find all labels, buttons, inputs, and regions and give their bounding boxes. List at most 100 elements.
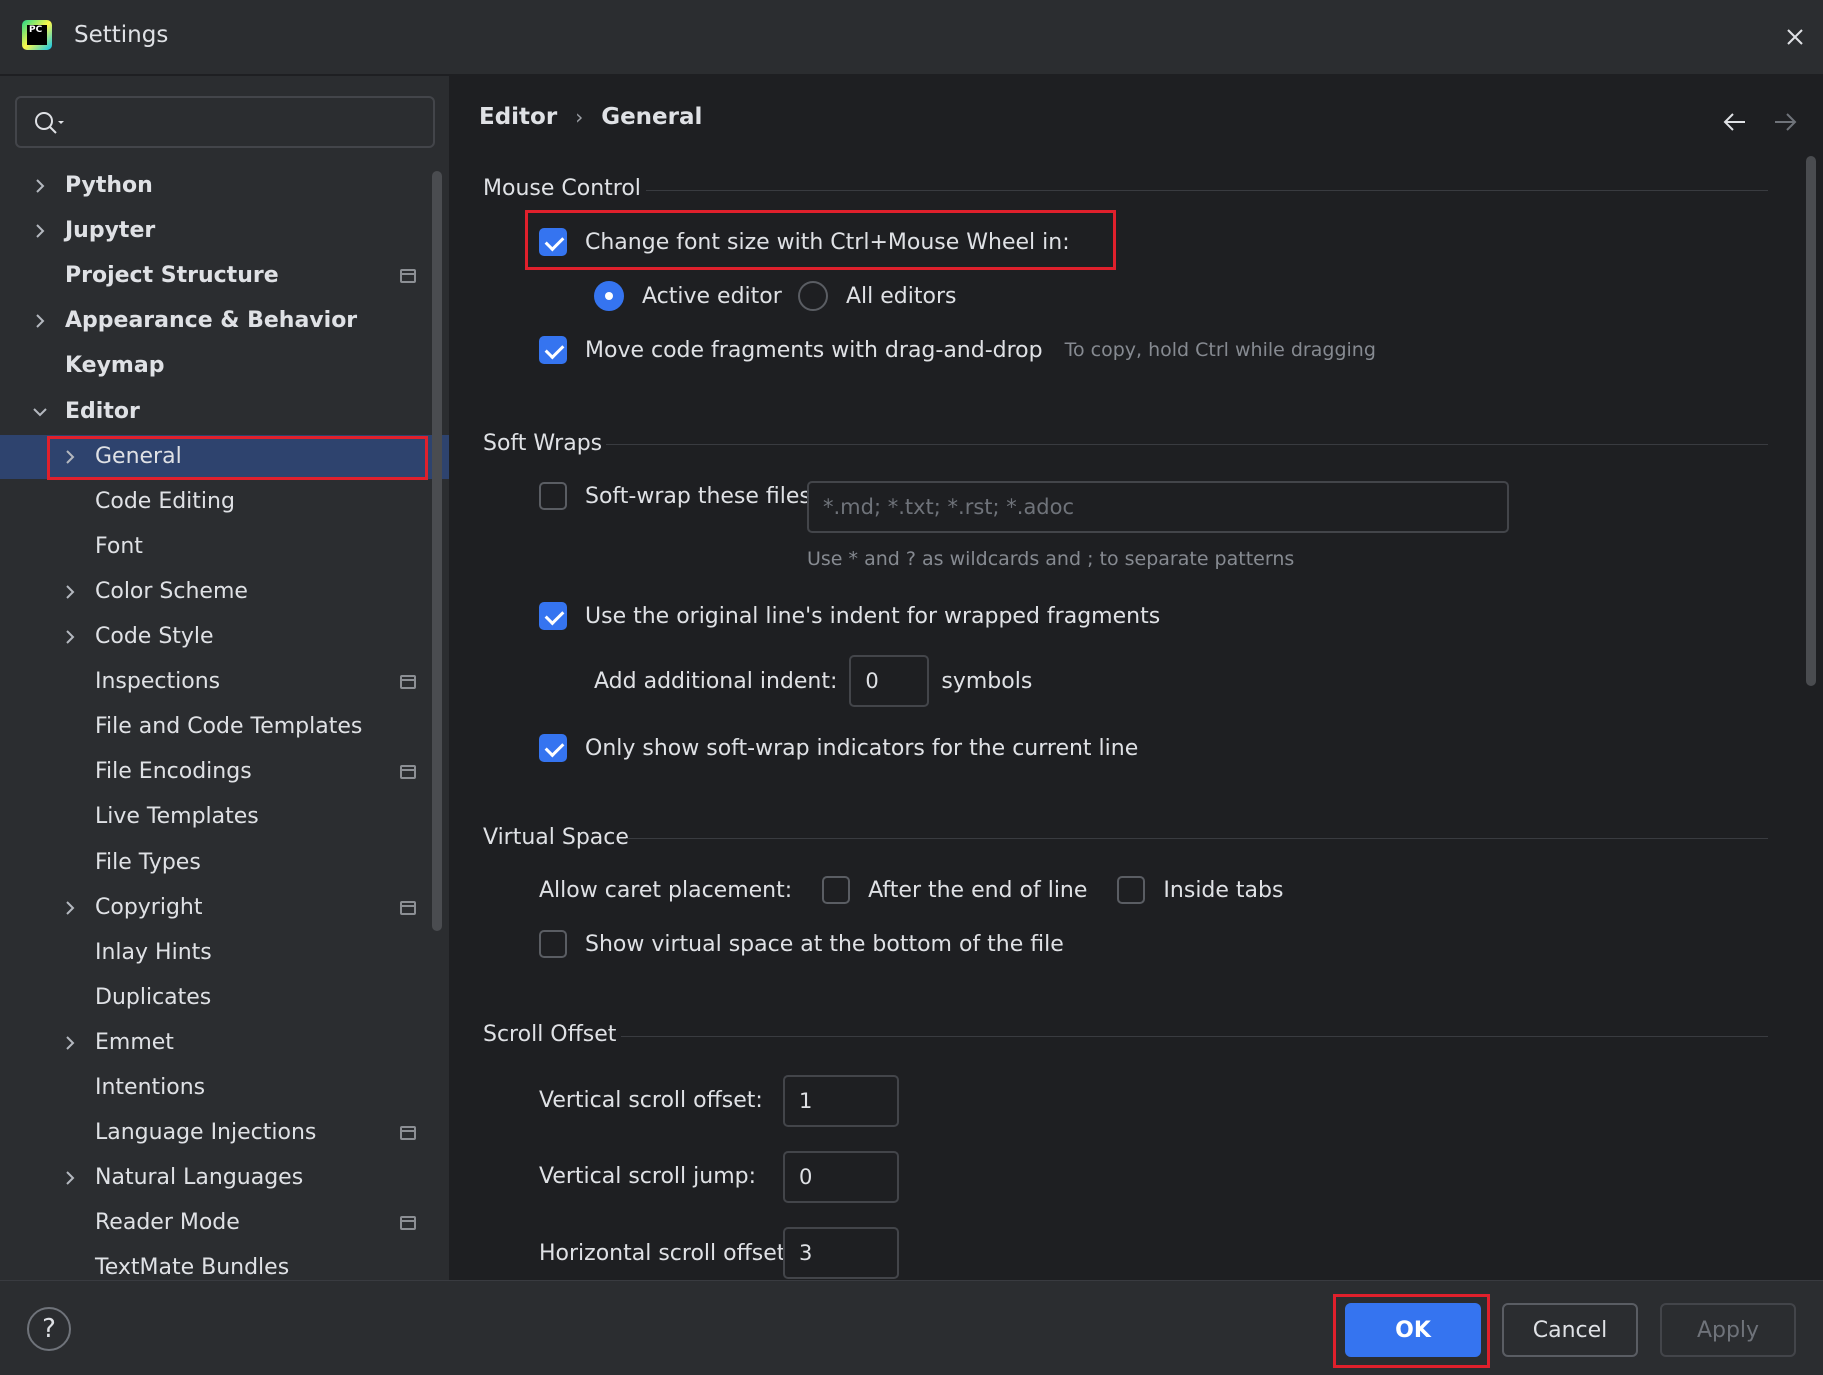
sidebar-item-intentions[interactable]: Intentions xyxy=(0,1066,449,1110)
soft-wrap-files-checkbox[interactable] xyxy=(539,482,567,510)
sidebar-item-label: Inlay Hints xyxy=(95,940,212,965)
original-indent-option[interactable]: Use the original line's indent for wrapp… xyxy=(539,602,1160,630)
sidebar-item-label: Language Injections xyxy=(95,1120,317,1145)
chevron-right-icon[interactable] xyxy=(30,176,50,196)
chevron-right-icon[interactable] xyxy=(60,582,80,602)
sidebar-item-label: Natural Languages xyxy=(95,1165,304,1190)
vertical-scroll-offset-label: Vertical scroll offset: xyxy=(539,1088,763,1113)
sidebar-item-python[interactable]: Python xyxy=(0,164,449,208)
apply-button[interactable]: Apply xyxy=(1660,1303,1796,1357)
additional-indent-input[interactable]: 0 xyxy=(849,655,930,707)
sidebar-item-project-structure[interactable]: Project Structure xyxy=(0,254,449,298)
sidebar-item-language-injections[interactable]: Language Injections xyxy=(0,1111,449,1155)
close-window-button[interactable] xyxy=(1777,19,1813,55)
after-end-option[interactable]: After the end of line xyxy=(822,876,1087,904)
chevron-right-icon[interactable] xyxy=(60,1033,80,1053)
sidebar-item-font[interactable]: Font xyxy=(0,525,449,569)
sidebar-item-code-editing[interactable]: Code Editing xyxy=(0,480,449,524)
inside-tabs-option[interactable]: Inside tabs xyxy=(1117,876,1283,904)
chevron-right-icon[interactable] xyxy=(30,221,50,241)
sidebar-item-file-encodings[interactable]: File Encodings xyxy=(0,750,449,794)
cancel-button[interactable]: Cancel xyxy=(1502,1303,1638,1357)
chevron-right-icon[interactable] xyxy=(60,1168,80,1188)
content-scrollbar[interactable] xyxy=(1806,156,1816,686)
inside-tabs-checkbox[interactable] xyxy=(1117,876,1146,904)
soft-wrap-files-label: Soft-wrap these files: xyxy=(585,483,819,509)
breadcrumb-parent[interactable]: Editor xyxy=(479,104,557,130)
sidebar-item-label: Code Style xyxy=(95,624,214,649)
logo-text: PC xyxy=(27,25,47,45)
chevron-right-icon[interactable] xyxy=(60,898,80,918)
sidebar-item-reader-mode[interactable]: Reader Mode xyxy=(0,1201,449,1245)
breadcrumb-current: General xyxy=(601,104,703,130)
highlight-box-general xyxy=(47,436,428,480)
sidebar-item-label: Font xyxy=(95,534,143,559)
sidebar-item-appearance-behavior[interactable]: Appearance & Behavior xyxy=(0,299,449,343)
original-indent-checkbox[interactable] xyxy=(539,602,567,630)
sidebar-item-inlay-hints[interactable]: Inlay Hints xyxy=(0,931,449,975)
all-editors-radio[interactable] xyxy=(798,281,828,311)
sidebar-item-file-types[interactable]: File Types xyxy=(0,841,449,885)
sidebar-item-label: File Encodings xyxy=(95,759,252,784)
sidebar-item-duplicates[interactable]: Duplicates xyxy=(0,976,449,1020)
sidebar-item-textmate-bundles[interactable]: TextMate Bundles xyxy=(0,1246,449,1280)
sidebar-item-keymap[interactable]: Keymap xyxy=(0,344,449,388)
sidebar-item-file-and-code-templates[interactable]: File and Code Templates xyxy=(0,705,449,749)
sidebar-item-copyright[interactable]: Copyright xyxy=(0,886,449,930)
sidebar-item-color-scheme[interactable]: Color Scheme xyxy=(0,570,449,614)
section-divider xyxy=(621,1036,1768,1037)
sidebar-item-label: Editor xyxy=(65,399,140,424)
vertical-scroll-jump-label: Vertical scroll jump: xyxy=(539,1164,757,1189)
sidebar-item-code-style[interactable]: Code Style xyxy=(0,615,449,659)
sidebar-scrollbar[interactable] xyxy=(432,171,442,931)
soft-wrap-patterns-input[interactable]: *.md; *.txt; *.rst; *.adoc xyxy=(807,481,1509,533)
sidebar-item-editor[interactable]: Editor xyxy=(0,390,449,434)
vertical-scroll-jump-input[interactable]: 0 xyxy=(783,1151,899,1203)
soft-wrap-files-option[interactable]: Soft-wrap these files: xyxy=(539,482,818,510)
section-divider xyxy=(626,838,1768,839)
project-level-icon xyxy=(400,765,416,779)
show-virtual-space-option[interactable]: Show virtual space at the bottom of the … xyxy=(539,930,1064,958)
sidebar-item-label: Code Editing xyxy=(95,489,235,514)
active-editor-option[interactable]: Active editor xyxy=(594,281,782,311)
sidebar-item-emmet[interactable]: Emmet xyxy=(0,1021,449,1065)
active-editor-radio[interactable] xyxy=(594,281,624,311)
sidebar-item-label: Emmet xyxy=(95,1030,174,1055)
only-current-line-checkbox[interactable] xyxy=(539,734,567,762)
only-current-line-option[interactable]: Only show soft-wrap indicators for the c… xyxy=(539,734,1138,762)
sidebar-item-label: Project Structure xyxy=(65,263,279,288)
sidebar-item-label: Jupyter xyxy=(65,218,156,243)
settings-sidebar: Python Jupyter Project Structure Appearance… xyxy=(0,76,450,1280)
back-button[interactable] xyxy=(1721,108,1749,136)
chevron-down-icon[interactable] xyxy=(30,402,50,422)
all-editors-option[interactable]: All editors xyxy=(798,281,956,311)
sidebar-item-live-templates[interactable]: Live Templates xyxy=(0,795,449,839)
chevron-right-icon[interactable] xyxy=(30,311,50,331)
sidebar-item-inspections[interactable]: Inspections xyxy=(0,660,449,704)
show-virtual-space-checkbox[interactable] xyxy=(539,930,567,958)
vertical-scroll-offset-input[interactable]: 1 xyxy=(783,1075,899,1127)
move-code-option[interactable]: Move code fragments with drag-and-drop T… xyxy=(539,336,1376,364)
move-code-checkbox[interactable] xyxy=(539,336,567,364)
horizontal-scroll-offset-input[interactable]: 3 xyxy=(783,1227,899,1279)
help-button[interactable]: ? xyxy=(27,1307,71,1351)
only-current-line-label: Only show soft-wrap indicators for the c… xyxy=(585,735,1139,761)
sidebar-item-label: Color Scheme xyxy=(95,579,248,604)
section-divider xyxy=(606,444,1768,445)
sidebar-item-label: Live Templates xyxy=(95,804,259,829)
after-end-checkbox[interactable] xyxy=(822,876,851,904)
sidebar-item-natural-languages[interactable]: Natural Languages xyxy=(0,1156,449,1200)
show-virtual-space-label: Show virtual space at the bottom of the … xyxy=(585,931,1064,957)
arrow-left-icon xyxy=(1723,113,1745,131)
sidebar-item-jupyter[interactable]: Jupyter xyxy=(0,209,449,253)
section-title-virtual-space: Virtual Space xyxy=(483,825,629,850)
forward-button[interactable] xyxy=(1771,108,1799,136)
chevron-right-icon[interactable] xyxy=(60,627,80,647)
sidebar-item-label: Copyright xyxy=(95,895,203,920)
sidebar-item-label: File and Code Templates xyxy=(95,714,363,739)
all-editors-label: All editors xyxy=(846,283,957,309)
sidebar-item-label: Duplicates xyxy=(95,985,212,1010)
additional-indent-unit: symbols xyxy=(941,668,1033,694)
settings-search-input[interactable] xyxy=(15,96,435,148)
inside-tabs-label: Inside tabs xyxy=(1163,877,1284,903)
